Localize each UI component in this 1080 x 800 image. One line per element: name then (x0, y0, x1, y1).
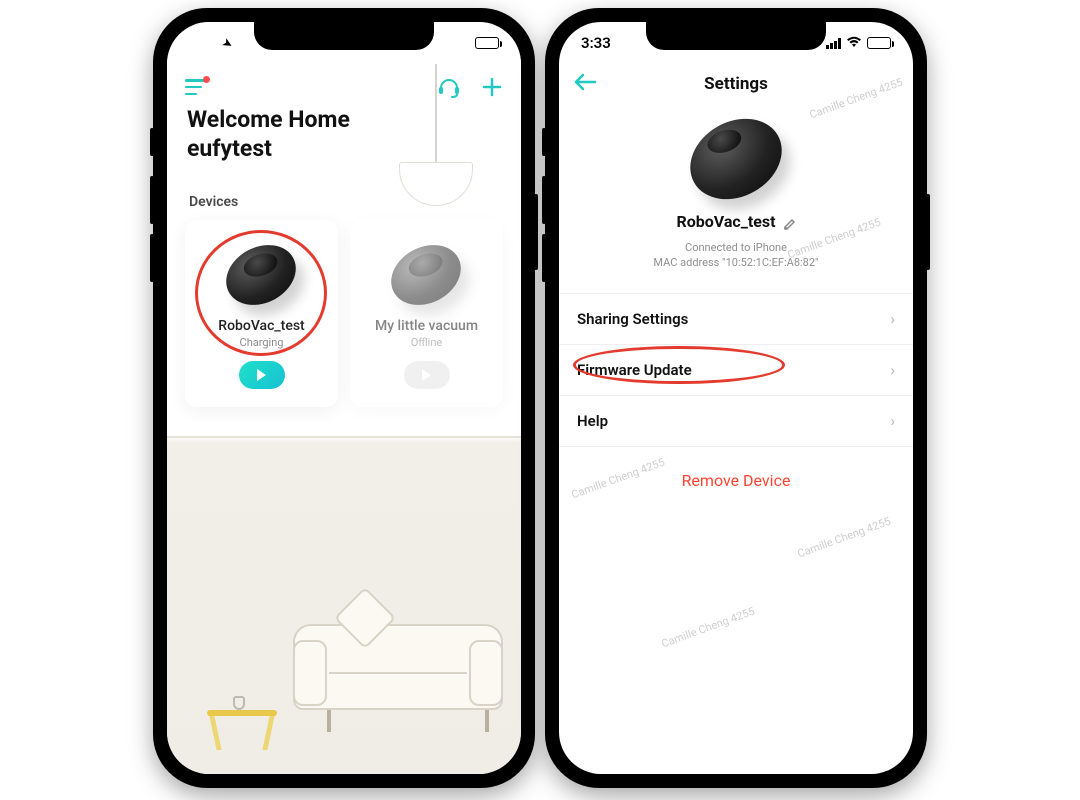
welcome-line1: Welcome Home (187, 106, 501, 135)
cup-illustration (233, 696, 245, 710)
device-name-label: RoboVac_test (218, 318, 304, 334)
notification-dot-icon (203, 76, 210, 83)
phone-mute-switch (150, 128, 154, 156)
support-headset-icon[interactable] (437, 76, 461, 98)
device-name-label: My little vacuum (375, 318, 478, 334)
phone-volume-up (150, 176, 154, 224)
battery-icon (867, 37, 891, 49)
home-topbar (167, 64, 521, 104)
settings-title: Settings (559, 74, 913, 94)
battery-icon (475, 37, 499, 49)
remove-device-button[interactable]: Remove Device (559, 447, 913, 514)
device-card-row: RoboVac_test Charging My little vacuum O… (167, 220, 521, 407)
phone-frame-home: 2:52 ➤ (153, 8, 535, 788)
robovac-icon (218, 234, 306, 312)
device-card-my-little-vacuum[interactable]: My little vacuum Offline (350, 220, 503, 407)
device-hero-image (682, 114, 790, 206)
device-status-label: Offline (411, 336, 443, 349)
devices-section-label: Devices (167, 164, 521, 220)
welcome-heading: Welcome Home eufytest (167, 104, 521, 164)
start-cleaning-button-disabled (404, 361, 450, 389)
settings-topbar: Settings (559, 64, 913, 104)
device-name: RoboVac_test (676, 212, 775, 231)
settings-item-firmware-update[interactable]: Firmware Update › (559, 345, 913, 396)
settings-item-label: Firmware Update (577, 361, 692, 379)
wifi-icon (846, 34, 862, 52)
welcome-line2: eufytest (187, 135, 501, 164)
phone-power-button (534, 194, 538, 270)
device-status-label: Charging (240, 336, 284, 349)
status-time: 3:33 (581, 34, 611, 52)
play-icon (422, 369, 431, 381)
table-illustration (207, 710, 277, 716)
watermark-text: Camille Cheng 4255 (796, 515, 893, 561)
settings-item-label: Sharing Settings (577, 310, 688, 328)
phone-notch (254, 22, 434, 50)
watermark-text: Camille Cheng 4255 (660, 605, 757, 651)
settings-item-help[interactable]: Help › (559, 396, 913, 447)
phone-frame-settings: Camille Cheng 4255 Camille Cheng 4255 Ca… (545, 8, 927, 788)
cellular-signal-icon (826, 38, 841, 49)
settings-body: RoboVac_test Connected to iPhone MAC add… (559, 104, 913, 514)
play-icon (257, 369, 266, 381)
back-button[interactable] (573, 70, 597, 98)
settings-item-sharing[interactable]: Sharing Settings › (559, 294, 913, 345)
start-cleaning-button[interactable] (239, 361, 285, 389)
edit-name-icon[interactable] (782, 215, 796, 229)
add-device-button[interactable] (481, 76, 503, 98)
settings-item-label: Help (577, 412, 608, 430)
device-card-robovac-test[interactable]: RoboVac_test Charging (185, 220, 338, 407)
mac-address-text: MAC address "10:52:1C:EF:A8:82" (559, 256, 913, 269)
phone-volume-down (150, 234, 154, 282)
chevron-right-icon: › (890, 412, 895, 430)
chevron-right-icon: › (890, 310, 895, 328)
sofa-illustration (293, 624, 503, 710)
connection-status-text: Connected to iPhone (559, 241, 913, 254)
chevron-right-icon: › (890, 361, 895, 379)
phone-notch (646, 22, 826, 50)
settings-list: Sharing Settings › Firmware Update › Hel… (559, 293, 913, 447)
robovac-icon (383, 234, 471, 312)
menu-button[interactable] (185, 79, 207, 95)
